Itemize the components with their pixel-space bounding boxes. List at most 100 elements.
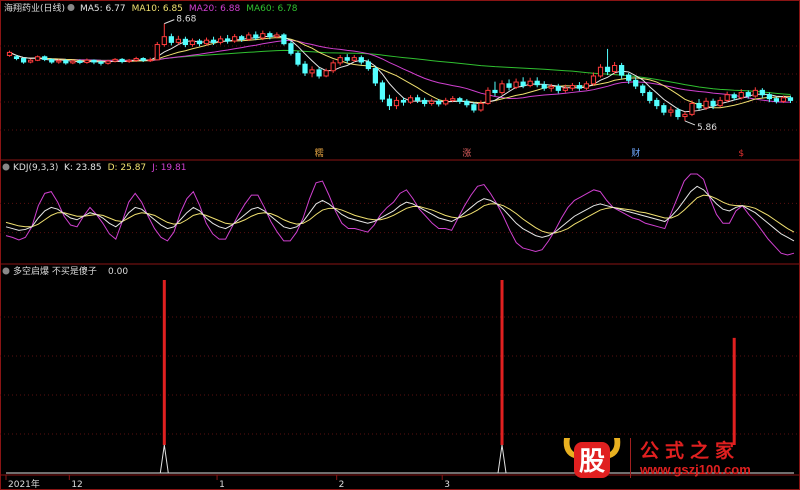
svg-text:K: 23.85D: 25.87J: 19.81: K: 23.85 D: 25.87 J: 19.81 [64, 163, 186, 173]
candle [49, 58, 55, 64]
bull-logo-icon: 股 [563, 438, 621, 478]
legend-ma20: MA20: 6.88 [189, 4, 241, 14]
candle [302, 61, 308, 76]
candle [541, 81, 547, 91]
candle [583, 81, 590, 90]
candle [182, 36, 189, 48]
candle [443, 97, 449, 106]
logo-char: 股 [579, 447, 605, 477]
candle [513, 78, 519, 90]
candle [506, 79, 512, 91]
candle [393, 96, 400, 110]
kdj-line-j [5, 173, 795, 256]
candle [344, 54, 350, 63]
candle [161, 23, 167, 47]
legend-j: J: 19.81 [151, 163, 186, 173]
candle [717, 96, 723, 108]
x-tick-label: 12 [71, 480, 82, 490]
candle [640, 83, 646, 97]
kdj-legend: KDJ(9,3,3) K: 23.85 D: 25.87 J: 19.81 [2, 163, 186, 173]
candle [647, 90, 653, 104]
price-legend: 海翔药业(日线) MA5: 6.77 MA10: 6.85 MA20: 6.88 MA… [4, 2, 298, 14]
legend-k: K: 23.85 [64, 163, 102, 173]
candle [661, 103, 667, 116]
candle [619, 62, 625, 79]
candle [119, 58, 125, 64]
candle [20, 57, 27, 64]
stock-chart: 8.685.86糯涨财 $ 2021年 12 1 2 3 海翔药业(日线) MA5: 6.… [0, 0, 800, 490]
event-marker[interactable]: 糯 [315, 147, 324, 159]
x-tick-label: 2 [339, 480, 345, 490]
ma-line-ma20 [9, 39, 791, 103]
candle [309, 66, 315, 78]
candle [759, 88, 765, 98]
high-marker: 8.68 [176, 15, 196, 25]
candle [330, 60, 336, 73]
svg-text:MA5: 6.77MA10: 6.85MA20: 6.88M: MA5: 6.77 MA10: 6.85 MA20: 6.88 MA60: 6.78 [80, 4, 298, 14]
candle [42, 55, 48, 62]
candle [422, 97, 428, 107]
candle [28, 58, 34, 64]
kdj-title: KDJ(9,3,3) [13, 163, 58, 173]
event-marker[interactable]: $ [738, 149, 744, 159]
candle [337, 55, 343, 66]
candle [654, 97, 660, 110]
watermark: 股 公式之家 www.gszj100.com [560, 432, 792, 482]
ma-line-ma10 [9, 37, 791, 109]
settings-dot-icon[interactable] [67, 4, 75, 11]
signal-value: 0.00 [108, 267, 128, 277]
signal-spike [497, 444, 507, 474]
watermark-url: www.gszj100.com [640, 462, 751, 477]
candle [203, 37, 210, 46]
candle [485, 87, 491, 105]
candle [604, 48, 611, 76]
candle [316, 67, 322, 79]
candle [6, 50, 13, 57]
event-marker[interactable]: 涨 [462, 148, 471, 159]
candle [253, 31, 259, 41]
price-panel: 8.68 5.86 糯 涨 财 $ [6, 15, 794, 159]
candle [527, 77, 533, 88]
candle [675, 107, 681, 120]
candle [773, 96, 780, 104]
candle [358, 55, 364, 65]
candle [295, 51, 301, 67]
grid-lines [0, 45, 800, 435]
x-tick-label: 3 [444, 480, 450, 490]
candle [154, 41, 160, 61]
candle [379, 80, 386, 103]
candle [70, 59, 76, 65]
candle [35, 55, 41, 62]
candle [499, 80, 505, 95]
settings-dot-icon[interactable] [2, 267, 10, 275]
high-marker-arrow [164, 19, 175, 25]
legend-ma5: MA5: 6.77 [80, 4, 126, 14]
event-marker[interactable]: 财 [631, 147, 640, 159]
candle [217, 35, 224, 45]
candle [597, 64, 604, 78]
candle [281, 33, 287, 46]
time-axis: 2021年 12 1 2 3 [5, 475, 450, 490]
candle [386, 94, 393, 110]
candle [457, 96, 463, 104]
candle [752, 87, 758, 98]
settings-dot-icon[interactable] [2, 163, 10, 171]
kdj-panel [5, 173, 795, 256]
candle [168, 33, 174, 46]
candle [91, 59, 97, 65]
legend-d: D: 25.87 [108, 163, 147, 173]
candle [126, 58, 132, 63]
candle [225, 34, 231, 44]
candle [232, 34, 238, 43]
candle [668, 106, 674, 117]
candle [682, 111, 688, 121]
x-tick-label: 1 [219, 480, 225, 490]
price-title: 海翔药业(日线) [4, 2, 65, 14]
candle [492, 81, 498, 97]
candle [372, 66, 378, 86]
watermark-separator [630, 438, 631, 478]
candle [407, 95, 414, 104]
legend-ma10: MA10: 6.85 [132, 4, 183, 14]
low-marker: 5.86 [697, 123, 717, 133]
candle [555, 83, 561, 94]
